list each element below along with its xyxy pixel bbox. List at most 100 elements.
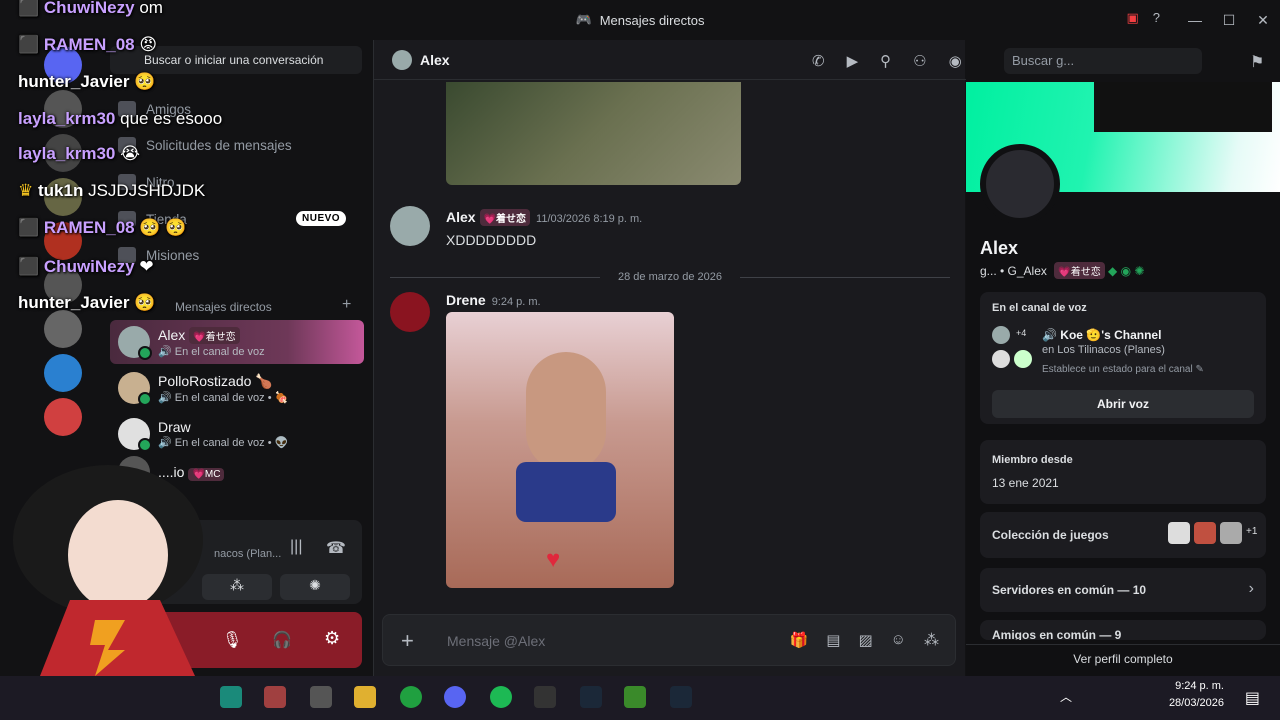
chat-message: JSJDJSHDJDK [88,181,206,200]
disconnect-icon[interactable]: ☎ [326,538,346,558]
vtuber-avatar [0,460,215,676]
voice-server-name: en Los Tilinacos (Planes) [1042,344,1165,356]
voice-members-avatars: +4 [992,326,1036,370]
apps-icon[interactable]: ⁂ [924,631,939,649]
message-author[interactable]: Drene [446,292,486,308]
message: Alex 💗着せ恋 11/03/2026 8:19 p. m. XDDDDDDDD [446,209,642,248]
chat-username: layla_krm30 [18,144,116,163]
call-icon[interactable]: ✆ [812,52,825,70]
voice-status-hint[interactable]: Establece un estado para el canal ✎ [1042,364,1204,375]
game-icon [1194,522,1216,544]
server-icon[interactable] [44,398,82,436]
games-card[interactable]: Colección de juegos +1 [980,512,1266,558]
add-friends-icon[interactable]: ⚇ [913,52,926,70]
gif-icon[interactable]: ▤ [826,631,840,649]
clock-time[interactable]: 9:24 p. m. [1175,680,1224,692]
steam-icon[interactable] [580,686,602,708]
chat-search-input[interactable]: Buscar g... [1004,48,1202,74]
message-timestamp: 9:24 p. m. [491,296,541,308]
profile-panel: Alex g... • G_Alex 💗着せ恋 ◆ ◉ ✺ En el cana… [966,82,1280,676]
chat-username: ChuwiNezy [43,0,135,17]
message-input[interactable]: Mensaje @Alex [447,633,545,649]
badge-icon: ⬛ [18,35,40,54]
add-attachment-icon[interactable]: + [401,628,414,654]
clock-date[interactable]: 28/03/2026 [1169,697,1224,709]
sticker-icon[interactable]: ▨ [858,631,872,649]
badge-icon: ⬛ [18,257,40,276]
gift-icon[interactable]: 🎁 [790,631,809,649]
maximize-button[interactable]: ☐ [1212,12,1246,29]
notification-icon[interactable]: ▤ [1245,688,1260,708]
chat-username: hunter_Javier [18,293,130,312]
dm-item[interactable]: Draw 🔊 En el canal de voz • 👽 [110,412,364,456]
badge-icon: ⬛ [18,0,40,17]
folder-icon[interactable] [354,686,376,708]
emoji-icon[interactable]: ☺ [891,631,906,649]
gif-attachment[interactable] [446,82,741,185]
settings-icon[interactable]: ⚙ [324,628,340,649]
spotify-icon[interactable] [490,686,512,708]
chat-message: 🥺 [134,293,156,312]
stream-chat-line: hunter_Javier 🥺 [18,293,155,313]
dm-item[interactable]: PolloRostizado 🍗 🔊 En el canal de voz • … [110,366,364,410]
dm-name: Draw [158,419,191,435]
voice-icon: 🔊 [158,391,172,404]
avatar[interactable] [390,206,430,246]
close-button[interactable]: ✕ [1246,12,1280,29]
stream-chat-overlay: ⬛ ChuwiNezy om ⬛ RAMEN_08 😡 hunter_Javie… [0,0,240,330]
chat-username: hunter_Javier [18,72,130,91]
create-dm-icon[interactable]: + [342,296,351,314]
noise-suppression-icon[interactable]: ||| [290,538,302,556]
card-title: Miembro desde [992,454,1073,466]
mutual-servers-label: Servidores en común — 10 [992,583,1147,597]
profile-avatar[interactable] [980,144,1060,224]
microphone-icon[interactable]: 🎙 [222,630,242,650]
badge-icon[interactable]: ◆ ◉ ✺ [1108,264,1144,278]
minecraft-icon[interactable] [624,686,646,708]
taskbar-app-icon[interactable] [310,686,332,708]
stream-chat-line: ⬛ RAMEN_08 😡 [18,35,157,55]
mutual-friends-card[interactable]: Amigos en común — 9 [980,620,1266,640]
view-full-profile-link[interactable]: Ver perfil completo [966,644,1280,672]
chat-header: Alex ✆ ▶ ⚲ ⚇ ◉ Buscar g... ⚑ [374,40,1264,80]
gif-attachment[interactable]: ♥ [446,312,674,588]
message-author[interactable]: Alex [446,209,476,225]
message-composer[interactable]: + Mensaje @Alex 🎁 ▤ ▨ ☺ ⁂ [382,614,956,666]
steam-icon[interactable] [670,686,692,708]
dm-status: En el canal de voz • 🍖 [174,391,289,404]
profile-name: Alex [980,238,1019,258]
help-icon[interactable]: ? [1153,10,1160,26]
chat-message: 😭 [120,144,140,163]
discord-icon[interactable] [444,686,466,708]
taskbar-app-icon[interactable] [220,686,242,708]
server-icon[interactable] [44,354,82,392]
avatar [118,418,152,452]
tray-chevron-icon[interactable]: ︿ [1060,688,1072,705]
inbox-icon[interactable]: ▣ [1126,10,1138,26]
soundboard-button[interactable]: ✺ [280,574,350,600]
user-profile-icon[interactable]: ◉ [949,52,962,70]
game-icon [1168,522,1190,544]
voice-channel-name[interactable]: 🔊 Koe 🫡's Channel [1042,328,1161,342]
face-shape [68,500,168,610]
video-call-icon[interactable]: ▶ [847,52,859,70]
badge-icon: ⬛ [18,218,40,237]
voice-icon: 🔊 [158,437,172,449]
pin-icon[interactable]: ⚲ [880,52,891,70]
game-icon [1220,522,1242,544]
avatar [118,372,152,406]
open-voice-button[interactable]: Abrir voz [992,390,1254,418]
avatar[interactable] [390,292,430,332]
chat-message: ❤ [139,257,154,276]
epic-games-icon[interactable] [534,686,556,708]
inbox-icon[interactable]: ⚑ [1250,52,1264,72]
taskbar-app-icon[interactable] [264,686,286,708]
stream-chat-line: layla_krm30 que es esooo [18,109,222,129]
mutual-servers-card[interactable]: Servidores en común — 10 › [980,568,1266,612]
minimize-button[interactable]: — [1178,12,1212,28]
avatar [1014,350,1032,368]
taskbar-app-icon[interactable] [400,686,422,708]
headphones-icon[interactable]: 🎧 [272,630,292,650]
dm-name: PolloRostizado 🍗 [158,372,273,389]
chat-message: 😡 [139,35,158,54]
